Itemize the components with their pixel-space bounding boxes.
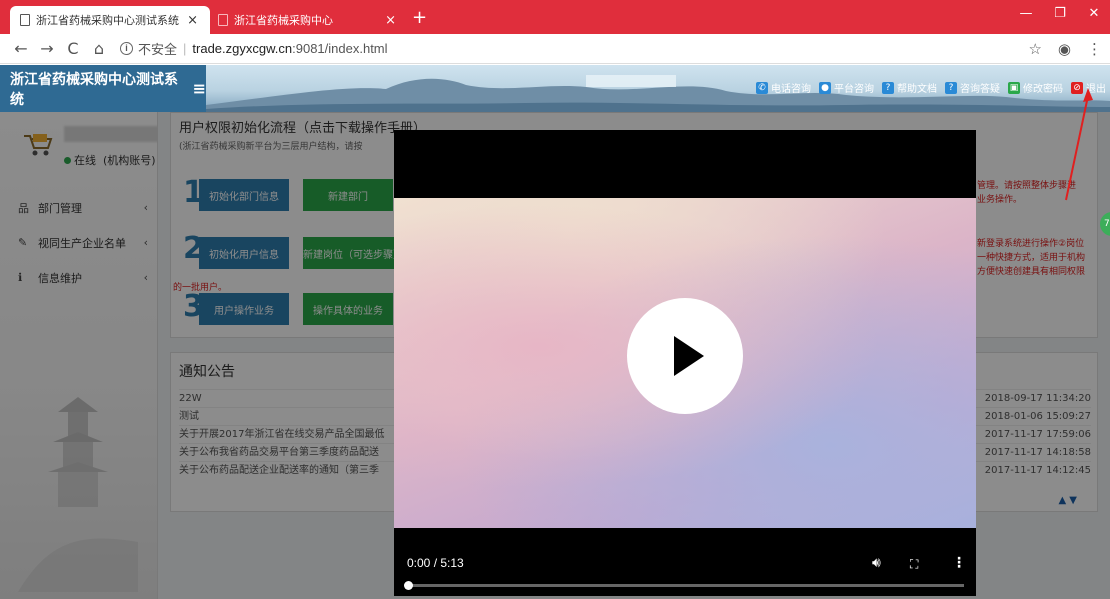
star-icon[interactable]: ☆ xyxy=(1028,40,1041,58)
app-title: 浙江省药械采购中心测试系统 xyxy=(10,71,178,108)
link-label: 平台咨询 xyxy=(834,84,874,95)
app-brand: 浙江省药械采购中心测试系统 ≡ xyxy=(0,65,206,112)
link-label: 帮助文档 xyxy=(897,84,937,95)
forward-icon[interactable]: → xyxy=(34,39,60,58)
app-header: 浙江省药械采购中心测试系统 ≡ ✆ 电话咨询 ● 平台咨询 ? 帮助文档 ? 咨询答疑 … xyxy=(0,65,1110,112)
time-display: 0:00 / 5:13 xyxy=(407,556,464,570)
home-icon[interactable]: ⌂ xyxy=(86,39,112,58)
progress-thumb[interactable] xyxy=(404,581,413,590)
tab-title: 浙江省药械采购中心测试系统 xyxy=(36,14,179,27)
tab-procurement-center[interactable]: 浙江省药械采购中心 × xyxy=(208,6,408,34)
divider: | xyxy=(183,41,187,56)
play-button[interactable] xyxy=(627,298,743,414)
question-icon: ? xyxy=(945,81,957,94)
platform-consult-link[interactable]: ● 平台咨询 xyxy=(819,80,874,95)
reload-icon[interactable]: C xyxy=(60,39,86,58)
hamburger-icon[interactable]: ≡ xyxy=(193,79,206,98)
close-icon[interactable]: × xyxy=(383,13,398,28)
lock-icon: ▣ xyxy=(1008,81,1020,94)
phone-consult-link[interactable]: ✆ 电话咨询 xyxy=(756,80,811,95)
play-icon xyxy=(674,336,704,376)
tab-test-system[interactable]: 浙江省药械采购中心测试系统 × xyxy=(10,6,210,34)
minimize-icon[interactable]: — xyxy=(1016,6,1036,21)
browser-toolbar: ← → C ⌂ i 不安全 | trade.zgyxcgw.cn :9081/i… xyxy=(0,34,1110,64)
new-tab-button[interactable]: + xyxy=(412,8,427,28)
page-icon xyxy=(20,14,30,26)
address-bar[interactable]: i 不安全 | trade.zgyxcgw.cn :9081/index.htm… xyxy=(120,39,388,58)
link-label: 咨询答疑 xyxy=(960,84,1000,95)
help-icon: ? xyxy=(882,81,894,94)
fullscreen-icon[interactable]: ⛶ xyxy=(910,557,918,572)
logout-link[interactable]: ⊘ 退出 xyxy=(1071,80,1106,95)
close-icon[interactable]: × xyxy=(185,13,200,28)
browser-tab-bar: 浙江省药械采购中心测试系统 × 浙江省药械采购中心 × + — ❐ ✕ xyxy=(0,0,1110,34)
volume-icon[interactable]: 🔊︎ xyxy=(872,555,881,571)
progress-bar[interactable] xyxy=(404,581,964,590)
video-player[interactable]: 0:00 / 5:13 🔊︎ ⛶ ⋮ xyxy=(394,130,976,596)
link-label: 电话咨询 xyxy=(771,84,811,95)
url-host: trade.zgyxcgw.cn xyxy=(192,41,293,56)
phone-icon: ✆ xyxy=(756,81,768,94)
page-icon xyxy=(218,14,228,26)
more-options-icon[interactable]: ⋮ xyxy=(952,555,966,571)
power-icon: ⊘ xyxy=(1071,81,1083,94)
help-doc-link[interactable]: ? 帮助文档 xyxy=(882,80,937,95)
link-label: 退出 xyxy=(1086,84,1106,95)
menu-icon[interactable]: ⋮ xyxy=(1087,40,1102,58)
qa-link[interactable]: ? 咨询答疑 xyxy=(945,80,1000,95)
url-path: :9081/index.html xyxy=(292,41,388,56)
close-window-icon[interactable]: ✕ xyxy=(1084,6,1104,21)
link-label: 修改密码 xyxy=(1023,84,1063,95)
account-icon[interactable]: ◉ xyxy=(1058,40,1071,58)
restore-icon[interactable]: ❐ xyxy=(1050,6,1070,21)
header-links: ✆ 电话咨询 ● 平台咨询 ? 帮助文档 ? 咨询答疑 ▣ 修改密码 ⊘ 退出 xyxy=(756,80,1106,95)
tab-title: 浙江省药械采购中心 xyxy=(234,14,333,27)
security-label: 不安全 xyxy=(138,42,178,57)
change-password-link[interactable]: ▣ 修改密码 xyxy=(1008,80,1063,95)
user-icon: ● xyxy=(819,81,831,94)
back-icon[interactable]: ← xyxy=(8,39,34,58)
info-icon[interactable]: i xyxy=(120,42,133,55)
